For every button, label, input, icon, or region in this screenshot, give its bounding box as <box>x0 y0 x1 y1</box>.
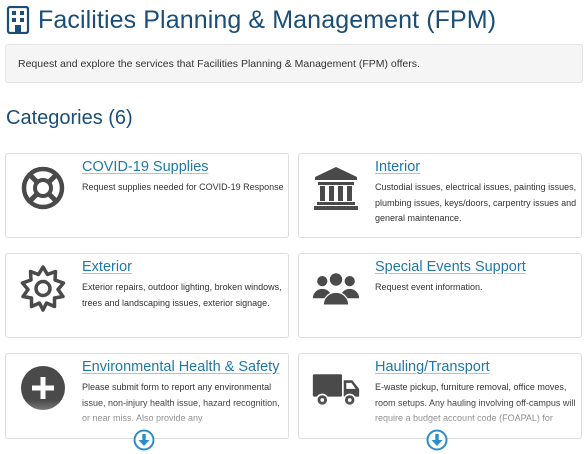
category-title[interactable]: Environmental Health & Safety <box>82 359 279 375</box>
category-description: Please submit form to report any environ… <box>82 382 280 424</box>
category-description: Exterior repairs, outdoor lighting, brok… <box>82 282 282 308</box>
lifebuoy-icon <box>21 166 65 210</box>
arrow-down-circle-icon[interactable] <box>133 429 155 451</box>
description-panel: Request and explore the services that Fa… <box>5 44 583 83</box>
categories-heading: Categories (6) <box>6 107 133 129</box>
page-header: Facilities Planning & Management (FPM) <box>6 3 496 37</box>
category-title[interactable]: Hauling/Transport <box>375 359 490 375</box>
category-card-interior[interactable]: Interior Custodial issues, electrical is… <box>298 153 582 238</box>
category-description: Custodial issues, electrical issues, pai… <box>375 182 577 224</box>
category-title[interactable]: Exterior <box>82 259 132 275</box>
category-title[interactable]: Interior <box>375 159 420 175</box>
category-title[interactable]: COVID-19 Supplies <box>82 159 209 175</box>
page-title: Facilities Planning & Management (FPM) <box>38 5 497 34</box>
truck-icon <box>312 374 360 407</box>
category-card-environmental-health-safety[interactable]: Environmental Health & Safety Please sub… <box>5 353 289 439</box>
institution-icon <box>314 167 358 210</box>
category-description: Request event information. <box>375 282 483 292</box>
category-card-special-events-support[interactable]: Special Events Support Request event inf… <box>298 253 582 338</box>
arrow-down-circle-icon[interactable] <box>426 429 448 451</box>
category-card-exterior[interactable]: Exterior Exterior repairs, outdoor light… <box>5 253 289 338</box>
category-card-covid-19-supplies[interactable]: COVID-19 Supplies Request supplies neede… <box>5 153 289 238</box>
building-icon <box>6 6 30 34</box>
users-icon <box>312 271 360 306</box>
gear-icon <box>20 265 66 312</box>
category-title[interactable]: Special Events Support <box>375 259 526 275</box>
description-text: Request and explore the services that Fa… <box>18 58 420 70</box>
category-description: Request supplies needed for COVID-19 Res… <box>82 182 284 192</box>
category-card-hauling-transport[interactable]: Hauling/Transport E-waste pickup, furnit… <box>298 353 582 439</box>
plus-circle-icon <box>21 366 65 410</box>
category-description: E-waste pickup, furniture removal, offic… <box>375 382 576 424</box>
